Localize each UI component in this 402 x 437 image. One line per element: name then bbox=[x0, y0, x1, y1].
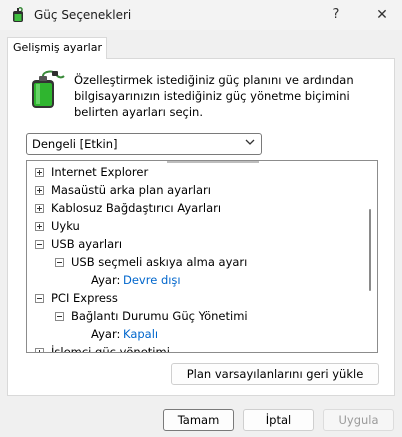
tree-item-internet-explorer[interactable]: Internet Explorer bbox=[27, 163, 367, 181]
help-button[interactable]: ? bbox=[326, 5, 346, 25]
tree-item-label: İşlemci güç yönetimi bbox=[51, 345, 170, 353]
setting-label: Ayar: bbox=[91, 273, 121, 287]
tree-item-label: Uyku bbox=[51, 219, 80, 233]
tree-item-label: Masaüstü arka plan ayarları bbox=[51, 183, 211, 197]
expand-icon[interactable] bbox=[35, 204, 44, 213]
tab-advanced-settings[interactable]: Gelişmiş ayarlar bbox=[7, 37, 107, 59]
apply-button[interactable]: Uygula bbox=[323, 409, 394, 431]
tree-item-link-state-power[interactable]: Bağlantı Durumu Güç Yönetimi bbox=[27, 307, 367, 325]
tree-item-label: PCI Express bbox=[51, 291, 118, 305]
tree-item-label: USB ayarları bbox=[51, 237, 123, 251]
tree-item-pci-setting-value[interactable]: Ayar: Kapalı bbox=[27, 325, 367, 343]
tree-item-usb-settings[interactable]: USB ayarları bbox=[27, 235, 367, 253]
tree-item-label: Bağlantı Durumu Güç Yönetimi bbox=[71, 309, 248, 323]
tree-item-usb-setting-value[interactable]: Ayar: Devre dışı bbox=[27, 271, 367, 289]
settings-tree[interactable]: Internet Explorer Masaüstü arka plan aya… bbox=[26, 160, 378, 353]
battery-plug-icon bbox=[32, 70, 65, 108]
tree-item-sleep[interactable]: Uyku bbox=[27, 217, 367, 235]
scrollbar-thumb[interactable] bbox=[369, 209, 371, 291]
collapse-icon[interactable] bbox=[55, 312, 64, 321]
title-bar: Güç Seçenekleri ? ✕ bbox=[0, 0, 402, 30]
tree-item-wireless-adapter[interactable]: Kablosuz Bağdaştırıcı Ayarları bbox=[27, 199, 367, 217]
ok-button[interactable]: Tamam bbox=[163, 409, 234, 431]
tree-item-label: USB seçmeli askıya alma ayarı bbox=[71, 255, 248, 269]
cancel-button[interactable]: İptal bbox=[243, 409, 314, 431]
expand-icon[interactable] bbox=[35, 168, 44, 177]
collapse-icon[interactable] bbox=[35, 294, 44, 303]
setting-label: Ayar: bbox=[91, 327, 121, 341]
tree-item-processor-power[interactable]: İşlemci güç yönetimi bbox=[27, 343, 367, 353]
restore-defaults-button[interactable]: Plan varsayılanlarını geri yükle bbox=[171, 363, 379, 385]
tree-item-pci-express[interactable]: PCI Express bbox=[27, 289, 367, 307]
tree-item-label: Kablosuz Bağdaştırıcı Ayarları bbox=[51, 201, 222, 215]
description-text: Özelleştirmek istediğiniz güç planını ve… bbox=[74, 73, 354, 119]
collapse-icon[interactable] bbox=[55, 258, 64, 267]
expand-icon[interactable] bbox=[35, 186, 44, 195]
tree-item-label: Internet Explorer bbox=[51, 165, 149, 179]
tree-item-desktop-background[interactable]: Masaüstü arka plan ayarları bbox=[27, 181, 367, 199]
chevron-down-icon bbox=[245, 139, 255, 145]
expand-icon[interactable] bbox=[35, 348, 44, 352]
window-title: Güç Seçenekleri bbox=[34, 8, 132, 22]
expand-icon[interactable] bbox=[35, 222, 44, 231]
tree-item-usb-selective-suspend[interactable]: USB seçmeli askıya alma ayarı bbox=[27, 253, 367, 271]
power-options-icon bbox=[13, 7, 23, 22]
setting-value-link[interactable]: Devre dışı bbox=[123, 271, 181, 289]
close-button[interactable]: ✕ bbox=[372, 5, 392, 25]
setting-value-link[interactable]: Kapalı bbox=[123, 325, 158, 343]
power-plan-select-value: Dengeli [Etkin] bbox=[32, 137, 118, 151]
collapse-icon[interactable] bbox=[35, 240, 44, 249]
power-plan-select[interactable]: Dengeli [Etkin] bbox=[26, 133, 262, 155]
